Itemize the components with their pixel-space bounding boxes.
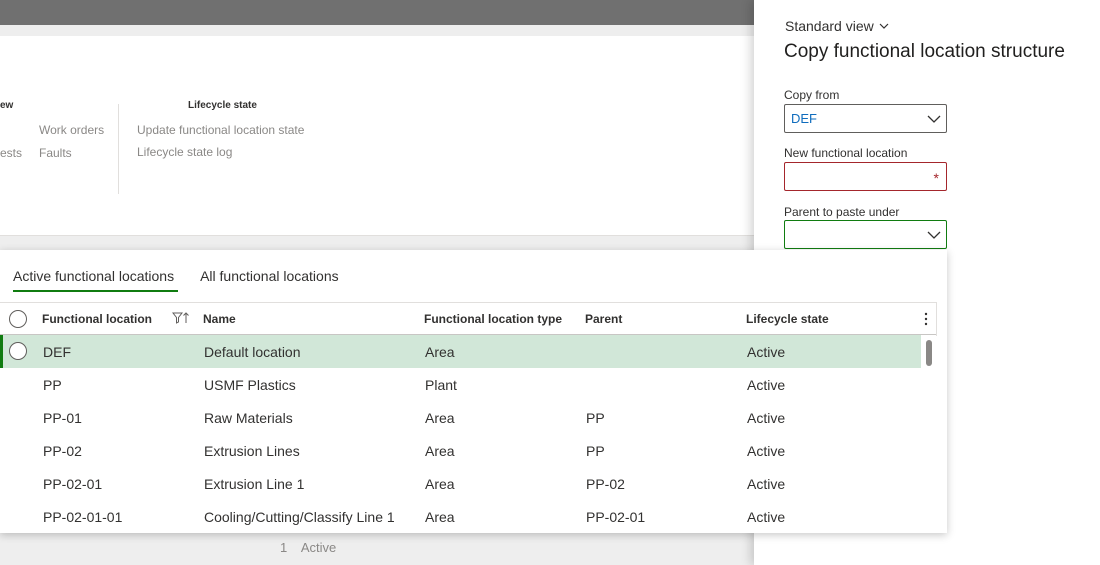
cell-state: Active (747, 509, 786, 525)
chevron-down-icon (879, 23, 889, 29)
ribbon-link-state-log[interactable]: Lifecycle state log (137, 145, 232, 159)
table-row[interactable]: PP-02-01 Extrusion Line 1 Area PP-02 Act… (0, 467, 936, 500)
cell-location[interactable]: DEF (43, 344, 71, 360)
cell-type: Plant (425, 377, 457, 393)
select-all-radio[interactable] (9, 310, 27, 328)
view-selector[interactable]: Standard view (785, 18, 890, 34)
tab-active-locations[interactable]: Active functional locations (13, 268, 179, 292)
cell-location[interactable]: PP-02-01 (43, 476, 102, 492)
copy-from-value: DEF (791, 111, 817, 126)
table-row[interactable]: PP-02 Extrusion Lines Area PP Active (0, 434, 936, 467)
cell-type: Area (425, 476, 455, 492)
footer-count: 1 (280, 540, 288, 555)
view-selector-label: Standard view (785, 18, 874, 34)
cell-parent: PP (586, 410, 605, 426)
cell-name: USMF Plastics (204, 377, 296, 393)
panel-title: Copy functional location structure (784, 41, 1065, 62)
background-grid-footer: 1 Active (280, 540, 336, 555)
cell-name: Extrusion Line 1 (204, 476, 305, 492)
cell-parent: PP (586, 443, 605, 459)
required-asterisk-icon: * (933, 170, 939, 186)
parent-field[interactable] (784, 220, 947, 249)
chevron-down-icon[interactable] (926, 111, 942, 127)
cell-name: Cooling/Cutting/Classify Line 1 (204, 509, 395, 525)
cell-location[interactable]: PP (43, 377, 62, 393)
row-select-radio[interactable] (9, 342, 27, 360)
cell-location[interactable]: PP-02 (43, 443, 82, 459)
cell-state: Active (747, 443, 786, 459)
grid-header: Functional location Name Functional loca… (0, 303, 936, 335)
cell-type: Area (425, 344, 455, 360)
table-row[interactable]: PP-02-01-01 Cooling/Cutting/Classify Lin… (0, 500, 936, 533)
ribbon-link-faults[interactable]: Faults (39, 146, 72, 160)
table-row[interactable]: DEF Default location Area Active (0, 335, 921, 368)
copy-from-field[interactable]: DEF (784, 104, 947, 133)
table-row[interactable]: PP-01 Raw Materials Area PP Active (0, 401, 936, 434)
col-header-name[interactable]: Name (203, 312, 236, 326)
cell-name: Raw Materials (204, 410, 293, 426)
ribbon-divider (118, 104, 119, 194)
cell-state: Active (747, 377, 786, 393)
scrollbar-thumb[interactable] (926, 340, 932, 366)
new-location-field[interactable]: * (784, 162, 947, 191)
col-header-state[interactable]: Lifecycle state (746, 312, 829, 326)
parent-label: Parent to paste under (784, 205, 900, 219)
cell-state: Active (747, 344, 786, 360)
cell-state: Active (747, 476, 786, 492)
ribbon-link-work-orders[interactable]: Work orders (39, 123, 104, 137)
cell-type: Area (425, 410, 455, 426)
ribbon-link-requests[interactable]: ests (0, 146, 22, 160)
cell-name: Default location (204, 344, 301, 360)
cell-location[interactable]: PP-01 (43, 410, 82, 426)
cell-parent: PP-02 (586, 476, 625, 492)
cell-name: Extrusion Lines (204, 443, 300, 459)
col-header-location[interactable]: Functional location (42, 312, 152, 326)
lookup-grid: Functional location Name Functional loca… (0, 302, 937, 533)
ribbon-link-update-state[interactable]: Update functional location state (137, 123, 304, 137)
ribbon-group-title-view: ew (0, 100, 14, 111)
ribbon-group-title-lifecycle: Lifecycle state (188, 100, 257, 111)
parent-lookup-dropdown: Active functional locations All function… (0, 250, 947, 533)
lookup-tabs: Active functional locations All function… (13, 268, 339, 292)
copy-from-label: Copy from (784, 88, 840, 102)
cell-state: Active (747, 410, 786, 426)
footer-state: Active (300, 540, 337, 555)
more-vertical-icon[interactable] (920, 311, 932, 327)
cell-parent: PP-02-01 (586, 509, 646, 525)
cell-type: Area (425, 443, 455, 459)
col-header-type[interactable]: Functional location type (424, 312, 562, 326)
table-row[interactable]: PP USMF Plastics Plant Active (0, 368, 936, 401)
tab-all-locations[interactable]: All functional locations (200, 268, 339, 292)
col-header-parent[interactable]: Parent (585, 312, 622, 326)
app-top-bar (0, 0, 754, 25)
cell-location[interactable]: PP-02-01-01 (43, 509, 122, 525)
filter-sort-icon[interactable] (172, 311, 190, 325)
new-location-label: New functional location (784, 146, 908, 160)
chevron-down-icon[interactable] (926, 227, 942, 243)
action-pane-ribbon: ew Lifecycle state Work orders ests Faul… (0, 36, 754, 236)
cell-type: Area (425, 509, 455, 525)
grid-scrollbar[interactable] (921, 336, 937, 533)
